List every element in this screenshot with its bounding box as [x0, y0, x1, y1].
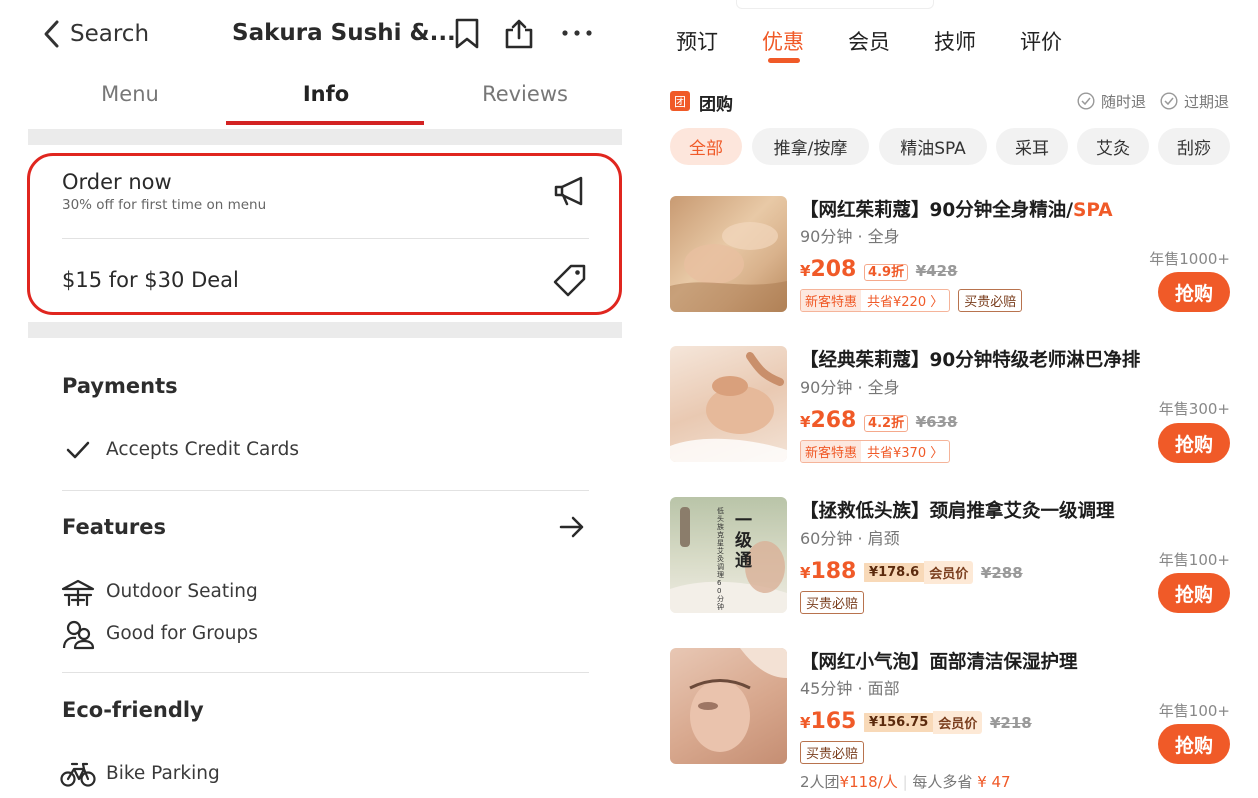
new-customer-tag[interactable]: 新客特惠 共省¥370 〉 — [800, 440, 951, 463]
member-price-badge: ¥178.6 会员价 — [864, 560, 974, 584]
features-heading: Features — [62, 515, 166, 539]
share-icon[interactable] — [503, 18, 535, 50]
eco-heading: Eco-friendly — [62, 698, 204, 722]
deal-subtitle: 90分钟 · 全身 — [800, 378, 900, 397]
buy-button[interactable]: 抢购 — [1158, 573, 1230, 613]
chip-all[interactable]: 全部 — [670, 128, 742, 165]
deal-tags: 买贵必赔 — [800, 741, 865, 764]
original-price: ¥288 — [980, 564, 1023, 582]
annual-sales: 年售300+ — [1158, 400, 1230, 418]
deal-thumbnail[interactable]: 一级通 低头族克星 艾灸调理60分钟 — [670, 497, 787, 613]
top-handle — [736, 0, 934, 9]
group-buy-badge: 团 — [670, 91, 690, 111]
divider — [62, 490, 589, 491]
tab-technicians[interactable]: 技师 — [934, 26, 976, 56]
tab-deals[interactable]: 优惠 — [762, 26, 804, 56]
feature-item-outdoor-seating: Outdoor Seating — [106, 581, 258, 602]
annual-sales: 年售100+ — [1158, 551, 1230, 569]
tab-reviews[interactable]: Reviews — [455, 82, 595, 106]
annual-sales: 年售1000+ — [1149, 250, 1230, 268]
deal-title[interactable]: 【网红小气泡】面部清洁保湿护理 — [800, 648, 1078, 674]
original-price: ¥428 — [915, 262, 958, 280]
deal-subtitle: 45分钟 · 面部 — [800, 679, 900, 698]
price-guarantee-tag: 买贵必赔 — [958, 289, 1023, 312]
yelp-info-panel: Search Sakura Sushi &... Menu Info Revie… — [0, 0, 640, 798]
deal-price: ¥165 ¥156.75 会员价 ¥218 — [800, 709, 1032, 734]
refund-expired-label: 过期退 — [1184, 93, 1230, 111]
page-title: Sakura Sushi &... — [232, 20, 456, 46]
deal-thumbnail[interactable] — [670, 196, 787, 312]
more-options-icon[interactable] — [561, 28, 593, 38]
feature-item-good-for-groups: Good for Groups — [106, 623, 258, 644]
tab-reviews[interactable]: 评价 — [1020, 26, 1062, 56]
highlight-box — [27, 153, 622, 315]
deal-tags: 新客特惠 共省¥370 〉 — [800, 440, 951, 463]
price-guarantee-tag: 买贵必赔 — [800, 591, 865, 614]
deal-price: ¥188 ¥178.6 会员价 ¥288 — [800, 559, 1023, 584]
check-circle-icon — [1160, 92, 1178, 110]
new-customer-tag[interactable]: 新客特惠 共省¥220 〉 — [800, 289, 951, 312]
deal-tags: 新客特惠 共省¥220 〉 买贵必赔 — [800, 289, 1023, 312]
checkmark-icon — [66, 440, 90, 460]
discount-badge: 4.2折 — [864, 415, 909, 432]
buy-button[interactable]: 抢购 — [1158, 423, 1230, 463]
deal-thumbnail[interactable] — [670, 648, 787, 764]
annual-sales: 年售100+ — [1158, 702, 1230, 720]
thumb-caption: 低头族克星 艾灸调理60分钟 — [717, 507, 724, 611]
tab-menu[interactable]: Menu — [60, 82, 200, 106]
refund-anytime-label: 随时退 — [1101, 93, 1147, 111]
payment-item: Accepts Credit Cards — [106, 439, 300, 460]
deal-subtitle: 60分钟 · 肩颈 — [800, 529, 900, 548]
chip-massage[interactable]: 推拿/按摩 — [752, 128, 869, 165]
chip-ear-cleaning[interactable]: 采耳 — [996, 128, 1068, 165]
deal-tags: 买贵必赔 — [800, 591, 865, 614]
deal-thumbnail[interactable] — [670, 346, 787, 462]
tab-info[interactable]: Info — [256, 82, 396, 106]
buy-button[interactable]: 抢购 — [1158, 272, 1230, 312]
deal-title[interactable]: 【经典茱莉蔻】90分钟特级老师淋巴净排 — [800, 346, 1140, 372]
chevron-left-icon — [44, 20, 59, 48]
member-price-badge: ¥156.75 会员价 — [864, 710, 983, 734]
payments-heading: Payments — [62, 374, 178, 398]
deal-price: ¥268 4.2折 ¥638 — [800, 408, 958, 433]
deal-title[interactable]: 【拯救低头族】颈肩推拿艾灸一级调理 — [800, 497, 1115, 523]
active-tab-indicator — [226, 121, 424, 125]
thumb-title: 一级通 — [735, 511, 752, 571]
discount-badge: 4.9折 — [864, 264, 909, 281]
deal-title[interactable]: 【网红茱莉蔻】90分钟全身精油/SPA — [800, 196, 1113, 222]
group-deal-info: 2人团¥118/人 | 每人多省 ¥ 47 — [800, 773, 1011, 791]
outdoor-seating-icon — [61, 578, 95, 606]
active-tab-indicator — [768, 58, 800, 63]
divider — [62, 672, 589, 673]
back-label: Search — [70, 21, 150, 47]
section-title: 团购 — [699, 95, 733, 115]
bike-icon — [60, 760, 96, 788]
back-button[interactable]: Search — [42, 19, 149, 49]
chip-moxibustion[interactable]: 艾灸 — [1077, 128, 1149, 165]
deal-price: ¥208 4.9折 ¥428 — [800, 257, 958, 282]
bookmark-icon[interactable] — [454, 18, 480, 50]
eco-item-bike-parking: Bike Parking — [106, 763, 220, 784]
groups-icon — [61, 619, 95, 651]
chip-gua-sha[interactable]: 刮痧 — [1158, 128, 1230, 165]
buy-button[interactable]: 抢购 — [1158, 724, 1230, 764]
section-divider — [28, 322, 622, 338]
arrow-right-icon[interactable] — [559, 516, 585, 538]
deal-subtitle: 90分钟 · 全身 — [800, 227, 900, 246]
section-divider — [28, 129, 622, 145]
tab-booking[interactable]: 预订 — [676, 26, 718, 56]
tab-membership[interactable]: 会员 — [848, 26, 890, 56]
original-price: ¥218 — [989, 714, 1032, 732]
price-guarantee-tag: 买贵必赔 — [800, 741, 865, 764]
original-price: ¥638 — [915, 413, 958, 431]
check-circle-icon — [1077, 92, 1095, 110]
chip-oil-spa[interactable]: 精油SPA — [879, 128, 987, 165]
